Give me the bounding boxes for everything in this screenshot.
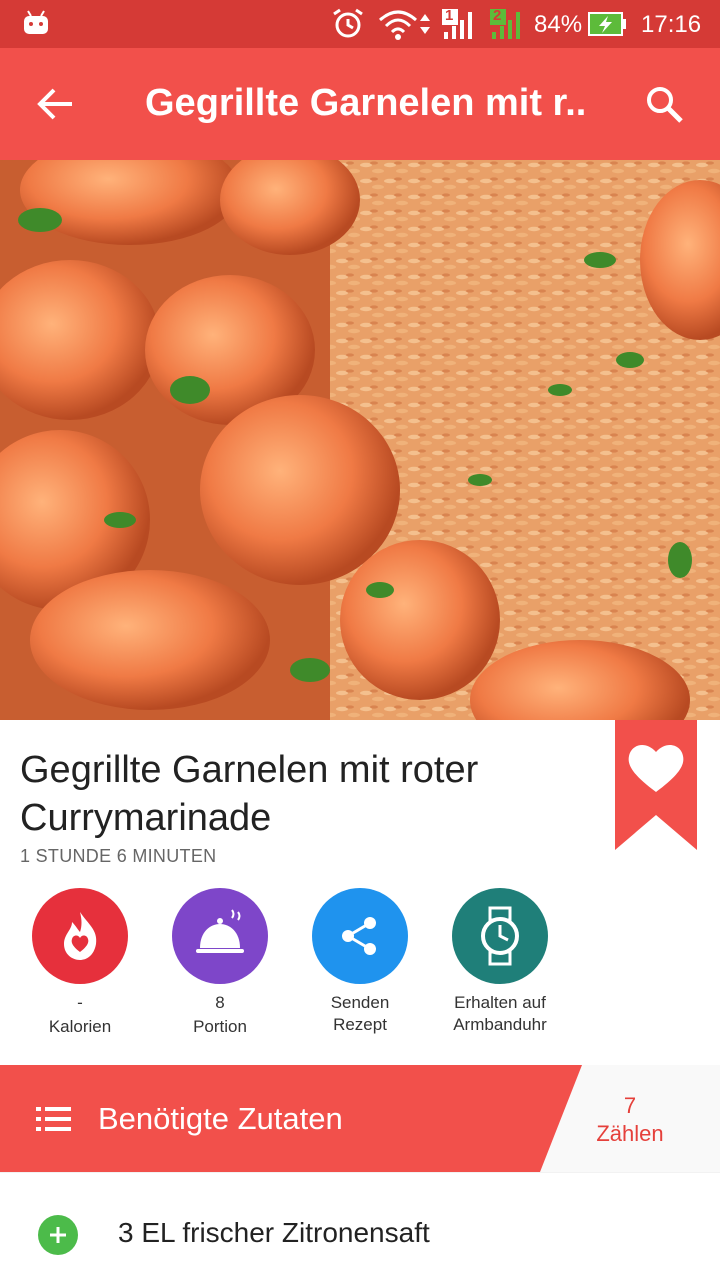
battery-icon (588, 12, 626, 36)
app-bar-title: Gegrillte Garnelen mit r... (145, 82, 585, 124)
watch-label-line2: Armbanduhr (453, 1015, 547, 1034)
alarm-icon (333, 8, 363, 38)
send-to-watch-button[interactable] (452, 888, 548, 984)
add-ingredient-button[interactable] (38, 1215, 78, 1255)
cloche-icon (196, 909, 244, 953)
share-label-line1: Senden (330, 993, 390, 1012)
flame-heart-icon (64, 912, 97, 960)
battery-percent: 84% (534, 11, 583, 38)
servings-label: Portion (193, 1017, 247, 1036)
send-to-watch-action[interactable]: Erhalten auf Armbanduhr (430, 888, 570, 1036)
servings-value: 8 (215, 993, 225, 1012)
recipe-photo (0, 160, 720, 720)
sim2-label: 2 (493, 7, 502, 24)
search-icon[interactable] (644, 84, 684, 124)
favorite-bookmark-button[interactable] (615, 720, 697, 850)
ingredient-text: 3 EL frischer Zitronensaft (118, 1217, 430, 1248)
android-icon (24, 10, 48, 34)
watch-label-line1: Erhalten auf (454, 993, 546, 1012)
status-bar: 1 2 84% 17:16 (0, 0, 720, 48)
share-label-line2: Rezept (333, 1015, 387, 1034)
back-arrow-icon[interactable] (36, 86, 76, 122)
calories-action[interactable]: - Kalorien (10, 888, 150, 1038)
recipe-title: Gegrillte Garnelen mit roter Currymarina… (20, 746, 580, 842)
ingredients-header: Benötigte Zutaten 7 Zählen (0, 1065, 720, 1172)
wifi-icon (379, 10, 417, 40)
calories-value: - (77, 993, 83, 1012)
plus-icon (50, 1227, 66, 1243)
ingredients-count: 7 Zählen (580, 1092, 680, 1148)
recipe-duration: 1 STUNDE 6 MINUTEN (20, 846, 217, 866)
servings-action[interactable]: 8 Portion (150, 888, 290, 1038)
ingredients-count-label: Zählen (596, 1121, 664, 1146)
recipe-info-card: Gegrillte Garnelen mit roter Currymarina… (0, 720, 720, 1065)
ingredient-row[interactable]: 3 EL frischer Zitronensaft (0, 1173, 720, 1280)
list-icon (36, 1107, 71, 1131)
calories-button[interactable] (32, 888, 128, 984)
app-bar: Gegrillte Garnelen mit r... (0, 48, 720, 160)
watch-icon (481, 906, 519, 966)
share-recipe-button[interactable] (312, 888, 408, 984)
clock: 17:16 (641, 11, 702, 38)
share-icon (342, 917, 376, 955)
servings-button[interactable] (172, 888, 268, 984)
share-recipe-action[interactable]: Senden Rezept (290, 888, 430, 1036)
sim1-label: 1 (445, 7, 454, 24)
recipe-title-line1: Gegrillte Garnelen mit roter (20, 749, 479, 791)
recipe-title-line2: Currymarinade (20, 797, 272, 839)
data-arrows-icon (420, 14, 430, 34)
calories-label: Kalorien (48, 1017, 112, 1036)
ingredients-title: Benötigte Zutaten (98, 1101, 343, 1136)
ingredients-count-value: 7 (623, 1093, 637, 1118)
